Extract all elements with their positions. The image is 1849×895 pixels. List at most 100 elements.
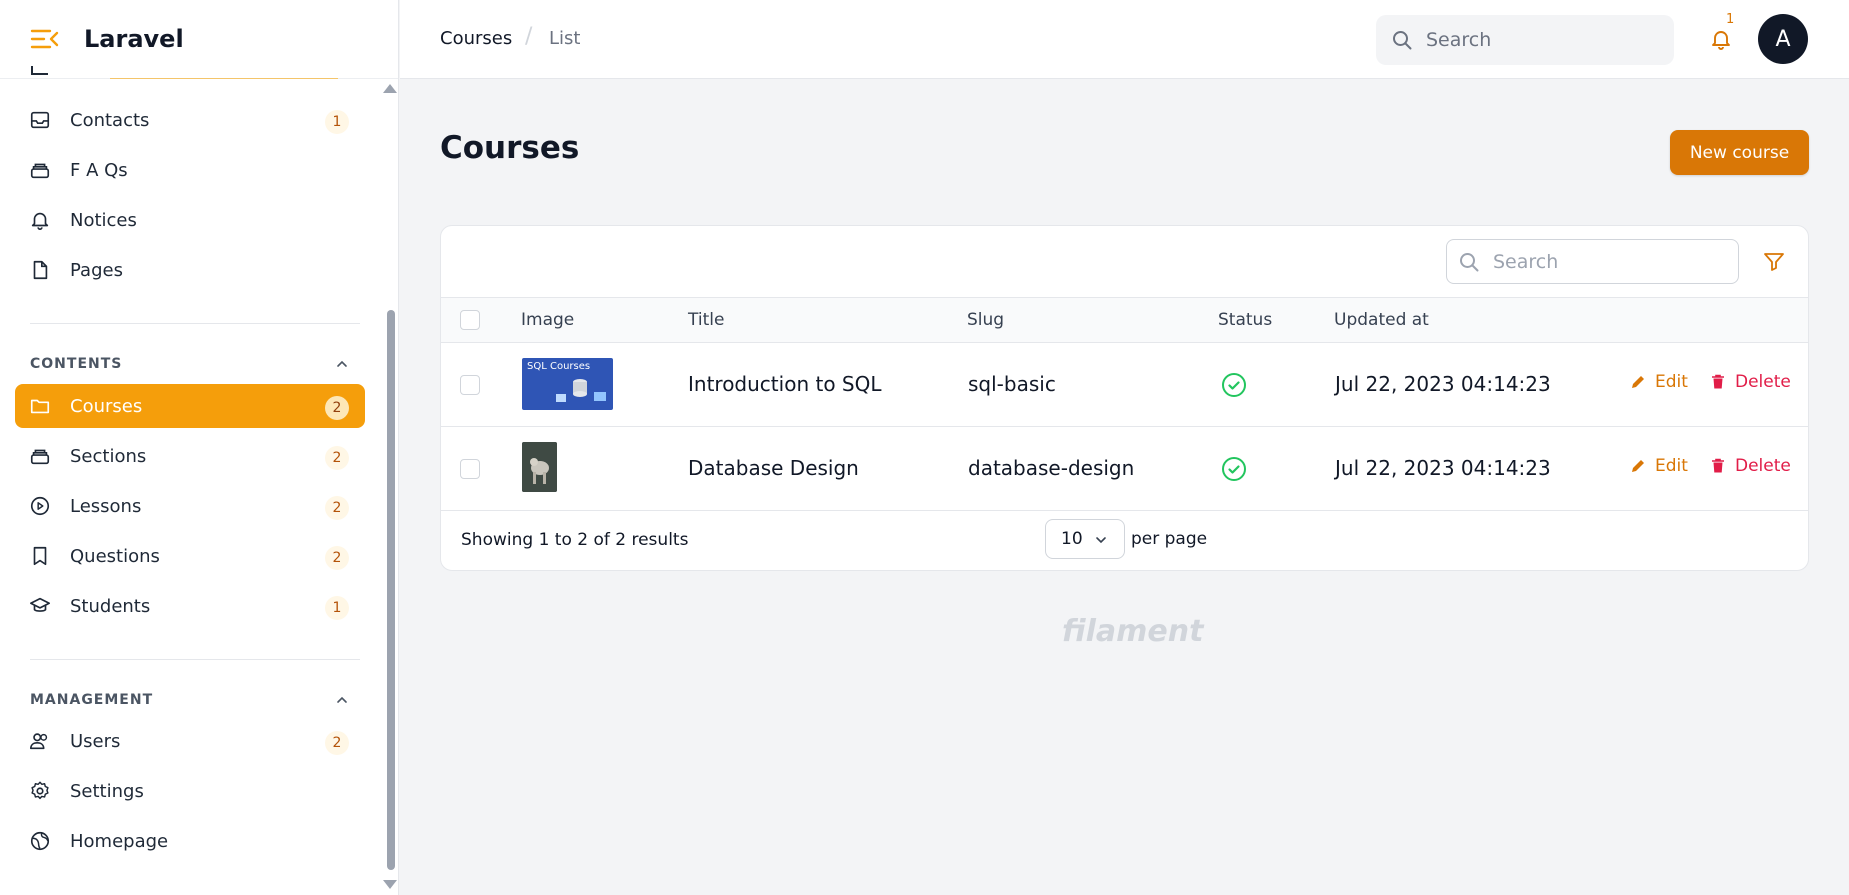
- database-illustration-icon: [556, 379, 606, 402]
- sidebar-item-label: F A Qs: [70, 159, 128, 181]
- per-page-select[interactable]: 10: [1045, 519, 1125, 559]
- document-icon: [33, 260, 48, 280]
- page-title: Courses: [440, 130, 580, 166]
- count-badge: 2: [325, 731, 349, 755]
- count-badge: 1: [325, 596, 349, 620]
- graduation-cap-icon: [30, 597, 50, 612]
- row-checkbox[interactable]: [460, 375, 480, 395]
- global-search-input[interactable]: [1426, 15, 1666, 65]
- group-title-management: MANAGEMENT: [30, 692, 154, 708]
- sidebar: Laravel Contacts 1 F A Qs Notices Pages …: [0, 0, 399, 895]
- folder-icon: [30, 399, 50, 414]
- select-all-checkbox[interactable]: [460, 310, 480, 330]
- sidebar-item-label: Courses: [70, 395, 143, 417]
- bell-icon: [31, 212, 49, 230]
- trash-icon: [1712, 374, 1724, 389]
- pagination-summary: Showing 1 to 2 of 2 results: [461, 530, 689, 550]
- scroll-down-arrow[interactable]: [383, 880, 397, 889]
- footer-brand-logo[interactable]: filament: [1062, 614, 1203, 649]
- sidebar-item-label: Contacts: [70, 109, 150, 131]
- course-slug: database-design: [968, 456, 1135, 480]
- sidebar-item-sections[interactable]: Sections 2: [15, 434, 365, 478]
- sidebar-item-label: Students: [70, 595, 151, 617]
- pencil-icon: [1632, 460, 1644, 472]
- count-badge: 2: [325, 396, 349, 420]
- list-icon: [31, 66, 48, 75]
- table-search[interactable]: [1446, 239, 1739, 284]
- sidebar-item-label: Notices: [70, 209, 137, 231]
- column-header-slug[interactable]: Slug: [967, 310, 1004, 330]
- notifications-bell-icon[interactable]: [1709, 27, 1733, 51]
- users-icon: [30, 733, 48, 750]
- edit-button[interactable]: Edit: [1629, 456, 1688, 476]
- thumbnail-text: SQL Courses: [527, 361, 591, 372]
- per-page-label: per page: [1131, 529, 1208, 549]
- sidebar-item-questions[interactable]: Questions 2: [15, 534, 365, 578]
- sidebar-item-notices[interactable]: Notices: [15, 198, 365, 242]
- sidebar-item-users[interactable]: Users 2: [15, 719, 365, 763]
- chevron-down-icon: [1096, 537, 1106, 544]
- user-avatar[interactable]: A: [1758, 14, 1808, 64]
- breadcrumb-courses[interactable]: Courses: [440, 28, 512, 49]
- new-course-button[interactable]: New course: [1670, 130, 1809, 175]
- edit-label: Edit: [1655, 372, 1688, 392]
- chevron-up-icon[interactable]: [335, 357, 349, 371]
- gear-icon: [31, 781, 49, 800]
- sidebar-item-homepage[interactable]: Homepage: [15, 819, 365, 863]
- filter-icon[interactable]: [1762, 250, 1786, 274]
- wolf-photo-icon: [522, 442, 557, 492]
- course-title: Introduction to SQL: [688, 372, 882, 396]
- stack-icon: [30, 449, 50, 465]
- play-circle-icon: [30, 496, 50, 516]
- check-circle-icon: [1222, 373, 1246, 397]
- course-slug: sql-basic: [968, 372, 1056, 396]
- course-title: Database Design: [688, 456, 859, 480]
- row-checkbox[interactable]: [460, 459, 480, 479]
- brand-name[interactable]: Laravel: [84, 25, 184, 53]
- pencil-icon: [1632, 376, 1644, 388]
- globe-icon: [30, 831, 50, 851]
- global-search[interactable]: [1376, 15, 1674, 65]
- sidebar-item-students[interactable]: Students 1: [15, 584, 365, 628]
- edit-button[interactable]: Edit: [1629, 372, 1688, 392]
- divider: [30, 323, 360, 324]
- sidebar-item-settings[interactable]: Settings: [15, 769, 365, 813]
- notification-count: 1: [1726, 12, 1735, 27]
- column-header-status[interactable]: Status: [1218, 310, 1272, 330]
- sidebar-item-lessons[interactable]: Lessons 2: [15, 484, 365, 528]
- edit-label: Edit: [1655, 456, 1688, 476]
- table-search-input[interactable]: [1493, 240, 1728, 283]
- bookmark-icon: [33, 546, 47, 566]
- column-header-title[interactable]: Title: [688, 310, 724, 330]
- sidebar-item-courses[interactable]: Courses 2: [15, 384, 365, 428]
- scroll-up-arrow[interactable]: [383, 84, 397, 93]
- delete-button[interactable]: Delete: [1709, 372, 1791, 392]
- per-page-value: 10: [1061, 529, 1083, 549]
- topbar: Courses / List 1 A: [400, 0, 1849, 79]
- column-header-updated-at[interactable]: Updated at: [1334, 310, 1429, 330]
- sidebar-item-label: Lessons: [70, 495, 142, 517]
- course-updated-at: Jul 22, 2023 04:14:23: [1335, 456, 1551, 480]
- table-row: SQL Courses Introduction to SQL sql-basi…: [441, 343, 1808, 427]
- column-header-image: Image: [521, 310, 575, 330]
- scrollbar-thumb[interactable]: [387, 310, 395, 870]
- collapse-sidebar-icon[interactable]: [30, 28, 60, 50]
- sidebar-item-label: Questions: [70, 545, 160, 567]
- sidebar-item-faqs[interactable]: F A Qs: [15, 148, 365, 192]
- count-badge: 1: [325, 110, 349, 134]
- chevron-up-icon[interactable]: [335, 693, 349, 707]
- sidebar-header: Laravel: [0, 0, 398, 79]
- count-badge: 2: [325, 546, 349, 570]
- sidebar-item-contacts[interactable]: Contacts 1: [15, 98, 365, 142]
- sidebar-item-label: Sections: [70, 445, 147, 467]
- sidebar-item-label: Pages: [70, 259, 123, 281]
- count-badge: 2: [325, 446, 349, 470]
- delete-label: Delete: [1735, 372, 1791, 392]
- sidebar-item-pages[interactable]: Pages: [15, 248, 365, 292]
- course-updated-at: Jul 22, 2023 04:14:23: [1335, 372, 1551, 396]
- count-badge: 2: [325, 496, 349, 520]
- trash-icon: [1712, 458, 1724, 473]
- inbox-icon: [30, 111, 50, 129]
- delete-button[interactable]: Delete: [1709, 456, 1791, 476]
- divider: [110, 78, 338, 79]
